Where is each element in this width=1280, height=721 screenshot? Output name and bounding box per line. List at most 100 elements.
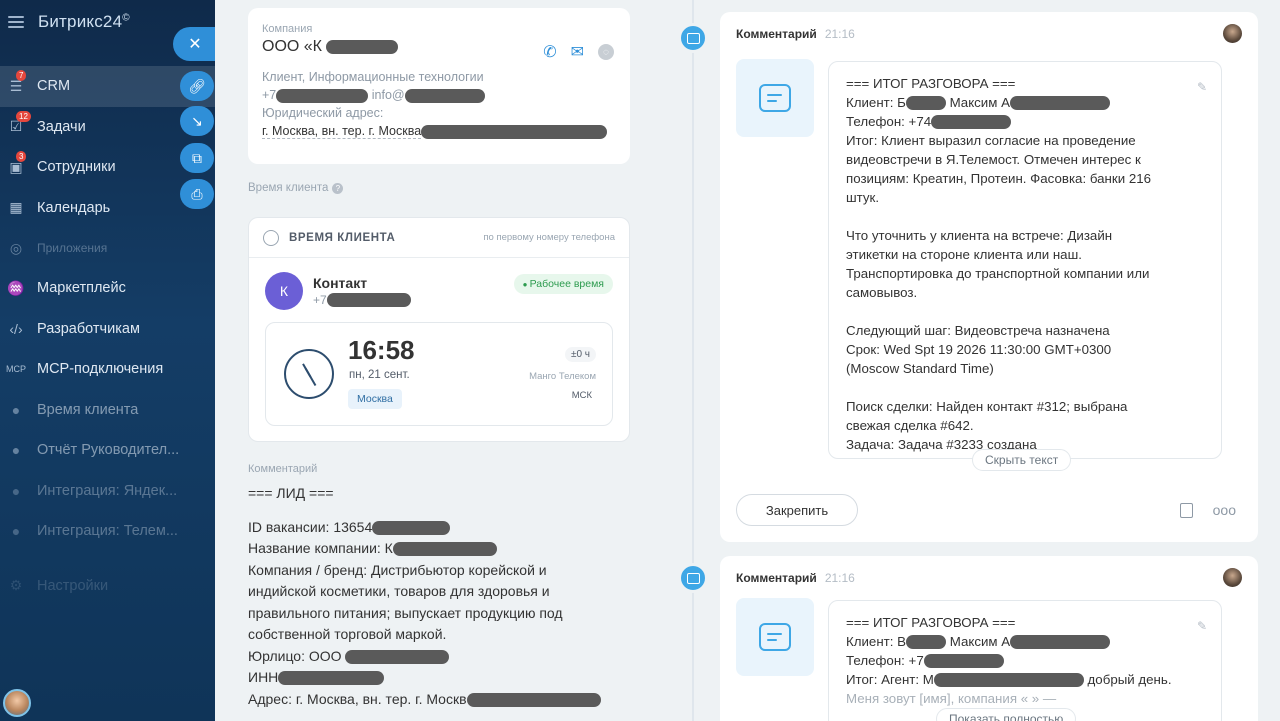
comment-line: Клиент: В Максим А — [846, 632, 1205, 651]
bitrix-logo[interactable]: Битрикс24© — [38, 12, 130, 32]
lead-line: Компания / бренд: Дистрибьютор корейской… — [248, 561, 547, 578]
lead-line: Адрес: г. Москва, вн. тер. г. Москв — [248, 689, 630, 711]
redacted-block — [421, 124, 608, 139]
help-icon[interactable]: ? — [332, 183, 344, 194]
sidebar-item-marketplace[interactable]: ♒ Маркетплейс — [0, 268, 215, 309]
company-email[interactable]: info@ — [372, 88, 405, 102]
lead-line-text: Название компании: К — [248, 540, 393, 556]
phone-icon[interactable]: ✆ — [543, 42, 556, 62]
sidebar-item-client-time[interactable]: ● Время клиента — [0, 390, 215, 431]
sidebar-item-label: Разработчикам — [37, 320, 140, 337]
comment-line: Транспортировка до транспортной компании… — [846, 266, 1150, 281]
sidebar-item-integration-telemost[interactable]: ● Интеграция: Телем... — [0, 511, 215, 552]
tasks-badge: 12 — [16, 110, 31, 122]
local-date: пн, 21 сент. — [349, 369, 410, 381]
copy-link-button[interactable]: 🔗︎ — [180, 71, 214, 101]
lead-line: === ЛИД === — [248, 485, 334, 501]
comment-type-icon — [678, 23, 708, 53]
sidebar-item-report[interactable]: ● Отчёт Руководител... — [0, 430, 215, 471]
sidebar-item-mcp[interactable]: MCP МСР-подключения — [0, 349, 215, 390]
comment-type: Комментарий — [736, 26, 817, 41]
contact-row: К Контакт +7 Рабочее время — [249, 258, 629, 310]
redacted-block — [276, 88, 369, 103]
author-avatar[interactable] — [1223, 568, 1242, 587]
work-status-badge: Рабочее время — [513, 274, 613, 294]
city-chip: Москва — [348, 389, 402, 409]
user-avatar[interactable] — [3, 689, 31, 717]
mail-icon[interactable]: ✉ — [571, 42, 584, 62]
crm-badge: 7 — [16, 70, 27, 82]
sidebar-nav: ☰ 7 CRM ☑ 12 Задачи ▣ 3 Сотрудники ▦ Календ… — [0, 66, 215, 606]
comment-header: Комментарий 21:16 — [720, 12, 1258, 55]
client-time-header: ВРЕМЯ КЛИЕНТА по первому номеру телефона — [249, 218, 629, 258]
collapse-text-button[interactable]: Скрыть текст — [972, 449, 1072, 471]
local-time: 16:58 — [348, 335, 415, 365]
settings-icon: ⚙ — [9, 577, 23, 594]
company-phone[interactable]: +7 — [262, 88, 276, 102]
tz-offset: ±0 ч — [564, 347, 596, 362]
contact-name[interactable]: Контакт — [313, 275, 411, 291]
redacted-block — [326, 293, 411, 308]
minimize-button[interactable]: ↘ — [180, 106, 214, 136]
client-time-card: ВРЕМЯ КЛИЕНТА по первому номеру телефона… — [248, 217, 630, 442]
comment-line: === ИТОГ РАЗГОВОРА === — [846, 615, 1016, 630]
pencil-icon[interactable]: ✎ — [1197, 617, 1207, 636]
report-icon: ● — [11, 442, 21, 459]
expand-text-button[interactable]: Показать полностью — [936, 708, 1077, 721]
comment-time: 21:16 — [824, 570, 855, 585]
sidebar-item-developers[interactable]: ‹/› Разработчикам — [0, 309, 215, 350]
redacted-block — [372, 520, 451, 535]
lead-comment-text: === ЛИД === ID вакансии: 13654 Название … — [248, 483, 630, 710]
comment-line: этикетки на стороне клиента или наш. — [846, 247, 1082, 262]
more-icon[interactable]: ooo — [1213, 502, 1236, 518]
comment-line: (Moscow Standard Time) — [846, 361, 994, 376]
calendar-icon: ▦ — [9, 199, 23, 216]
apps-icon: ◎ — [9, 239, 23, 256]
legal-address[interactable]: г. Москва, вн. тер. г. Москва — [262, 124, 422, 139]
code-icon: ‹/› — [9, 320, 23, 337]
company-card: Компания ООО «К ✆ ✉ ◌ Клиент, Информацио… — [248, 8, 630, 164]
lead-line: правильного питания; выпускает продукцию… — [248, 604, 563, 621]
redacted-block — [466, 692, 601, 707]
redacted-block — [906, 635, 947, 650]
comment-text-box: ✎ === ИТОГ РАЗГОВОРА === Клиент: В Макси… — [828, 600, 1222, 721]
lead-line-text: Юрлицо: ООО — [248, 647, 342, 664]
company-label: Компания — [262, 23, 313, 35]
menu-icon[interactable] — [8, 16, 24, 28]
comment-line: Меня зовут [имя], компания « » — — [846, 691, 1057, 706]
comment-line: === ИТОГ РАЗГОВОРА === — [846, 76, 1016, 91]
open-new-window-button[interactable]: ⧉ — [180, 143, 214, 173]
sidebar-item-label: Задачи — [37, 118, 86, 135]
link-icon: 🔗︎ — [188, 77, 206, 94]
client-time-section-label: Время клиента? — [248, 182, 344, 194]
chat-icon[interactable]: ◌ — [598, 44, 614, 60]
sidebar-section-label: Приложения — [37, 241, 108, 255]
print-button[interactable]: ⎙ — [180, 179, 214, 209]
left-sidebar: Битрикс24© ☰ 7 CRM ☑ 12 Задачи ▣ 3 Сотрудни… — [0, 0, 215, 721]
close-slider-button[interactable]: ✕ — [173, 27, 217, 61]
employees-badge: 3 — [16, 151, 27, 163]
comment-line: позициям: Креатин, Протеин. Фасовка: бан… — [846, 171, 1152, 186]
redacted-block — [905, 96, 946, 111]
sidebar-item-label: МСР-подключения — [37, 361, 164, 378]
lead-line: ИНН — [248, 667, 630, 689]
entity-details-panel: Компания ООО «К ✆ ✉ ◌ Клиент, Информацио… — [215, 0, 658, 721]
pencil-icon[interactable]: ✎ — [1197, 78, 1207, 97]
redacted-block — [933, 673, 1084, 688]
comment-line: Итог: Клиент выразил согласие на проведе… — [846, 133, 1136, 148]
sidebar-item-settings[interactable]: ⚙ Настройки — [0, 566, 215, 607]
sidebar-item-integration-yandex[interactable]: ● Интеграция: Яндек... — [0, 471, 215, 512]
sidebar-item-label: Настройки — [37, 577, 109, 594]
local-time-box: 16:58 пн, 21 сент. Москва ±0 ч Манго Тел… — [265, 322, 613, 426]
legal-address-label: Юридический адрес: — [262, 106, 384, 120]
comment-line: штук. — [846, 190, 880, 205]
pin-button[interactable]: Закрепить — [736, 494, 858, 526]
sidebar-item-label: Сотрудники — [37, 159, 116, 176]
sidebar-item-label: Календарь — [37, 199, 111, 216]
sidebar-item-label: Отчёт Руководител... — [37, 442, 180, 459]
document-icon[interactable] — [1179, 502, 1193, 518]
author-avatar[interactable] — [1223, 24, 1242, 43]
logo-text: Битрикс24 — [38, 12, 123, 31]
redacted-block — [404, 88, 485, 103]
lead-comment: Комментарий === ЛИД === ID вакансии: 136… — [248, 463, 630, 710]
